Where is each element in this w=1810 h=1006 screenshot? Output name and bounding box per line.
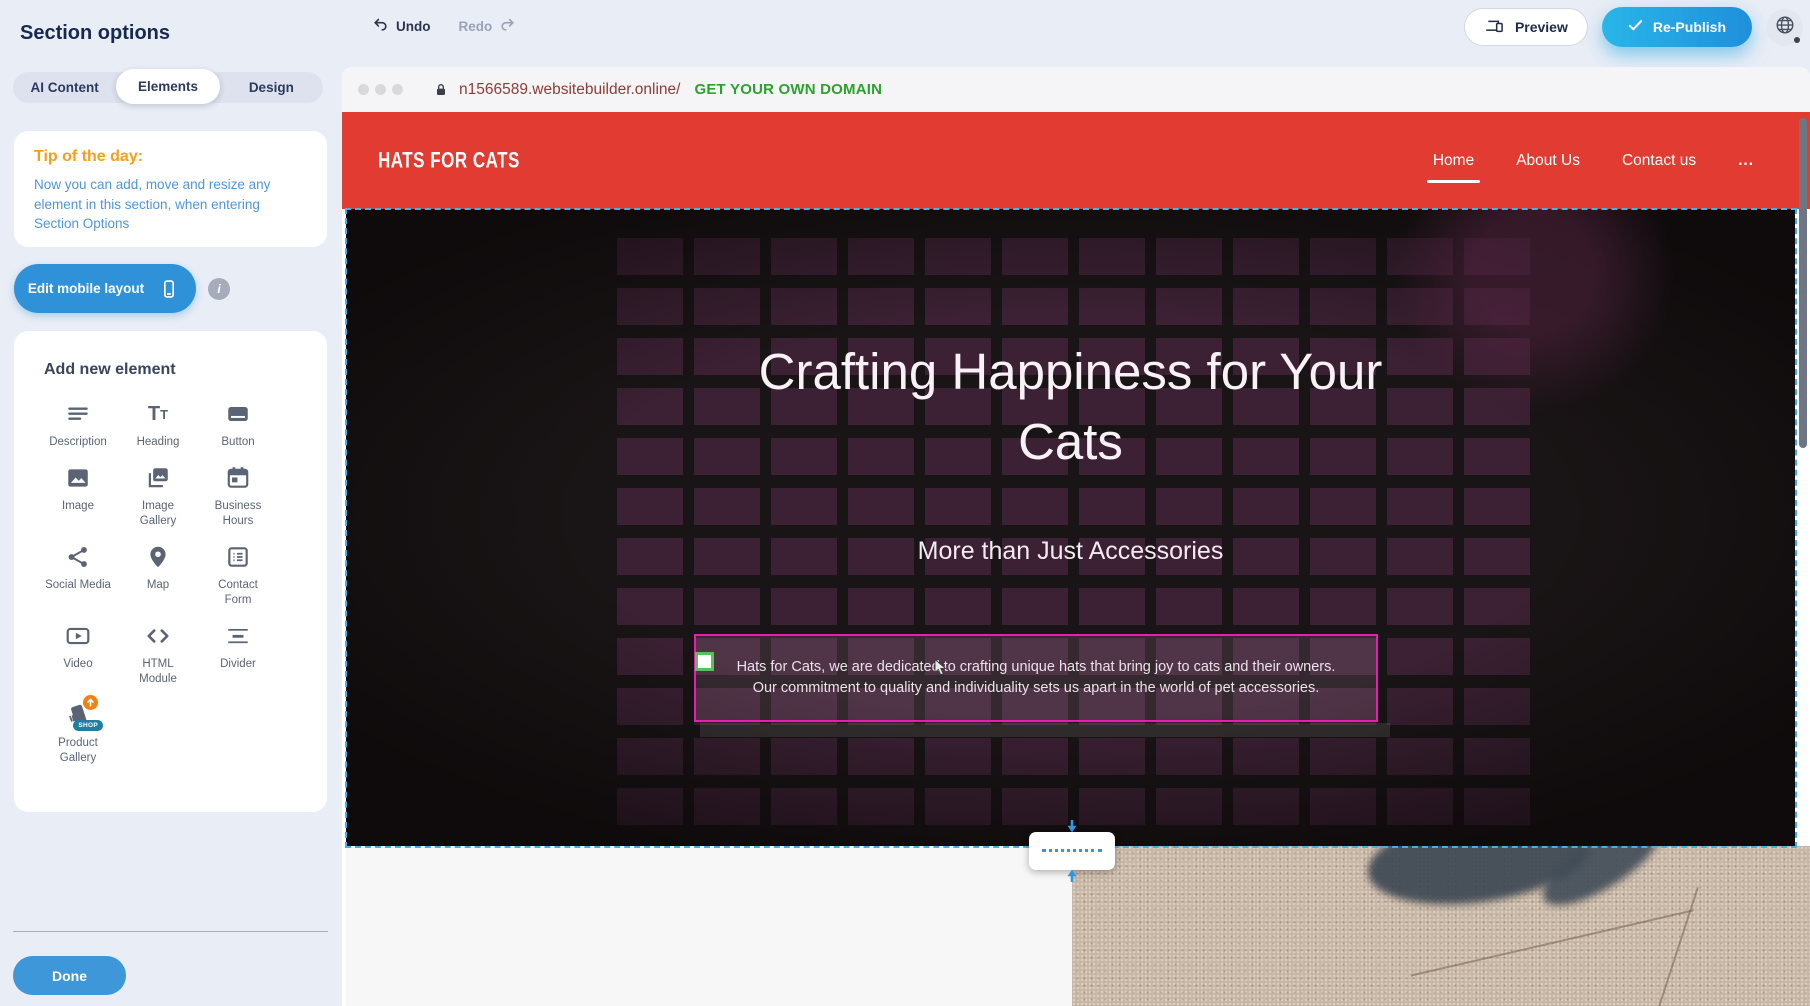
tile-grout-line <box>1655 887 1699 1006</box>
hero-body-line: Hats for Cats, we are dedicated to craft… <box>737 657 1336 678</box>
tip-of-the-day-card: Tip of the day: Now you can add, move an… <box>14 131 327 247</box>
section-resize-handle[interactable] <box>1029 832 1115 870</box>
site-url: n1566589.websitebuilder.online/ <box>459 81 680 99</box>
shop-badge: SHOP <box>73 720 103 731</box>
element-item-description[interactable]: Description <box>38 401 118 450</box>
element-item-video[interactable]: Video <box>38 623 118 687</box>
button-icon <box>225 401 251 427</box>
selection-handle[interactable] <box>695 652 714 671</box>
heading-icon: TT <box>145 401 171 427</box>
undo-redo-group: Undo Redo <box>372 16 516 36</box>
nav-contact-us[interactable]: Contact us <box>1622 152 1696 170</box>
element-grid: Description TT Heading Button Image <box>38 401 327 780</box>
tab-design[interactable]: Design <box>220 72 323 103</box>
selected-text-element[interactable]: Hats for Cats, we are dedicated to craft… <box>694 634 1378 722</box>
code-brackets-icon <box>145 623 171 649</box>
divider-icon <box>225 623 251 649</box>
panel-tabs: AI Content Elements Design <box>13 72 323 103</box>
preview-button[interactable]: Preview <box>1464 8 1588 46</box>
element-item-image[interactable]: Image <box>38 465 118 529</box>
map-pin-icon <box>145 544 171 570</box>
site-logo[interactable]: HATS FOR CATS <box>378 148 520 174</box>
contact-form-icon <box>225 544 251 570</box>
undo-icon <box>372 16 389 36</box>
business-hours-icon <box>225 465 251 491</box>
done-button[interactable]: Done <box>13 956 126 995</box>
element-hover-bar <box>700 723 1390 737</box>
globe-notification-dot <box>1794 37 1800 43</box>
get-domain-link[interactable]: GET YOUR OWN DOMAIN <box>694 81 882 98</box>
undo-button[interactable]: Undo <box>372 16 431 36</box>
element-item-button[interactable]: Button <box>198 401 278 450</box>
element-item-contact-form[interactable]: Contact Form <box>198 544 278 608</box>
site-header: HATS FOR CATS Home About Us Contact us .… <box>342 112 1810 209</box>
devices-icon <box>1484 16 1506 39</box>
page-title: Section options <box>20 22 170 45</box>
element-item-social-media[interactable]: Social Media <box>38 544 118 608</box>
social-media-icon <box>65 544 91 570</box>
tip-body: Now you can add, move and resize any ele… <box>34 175 284 234</box>
site-nav: Home About Us Contact us ... <box>1433 152 1754 170</box>
resize-dotted-line <box>1042 849 1102 852</box>
nav-more-menu[interactable]: ... <box>1738 152 1754 170</box>
check-icon <box>1628 19 1643 35</box>
globe-icon <box>1774 14 1796 41</box>
globe-button[interactable] <box>1766 9 1803 46</box>
edit-mobile-layout-label: Edit mobile layout <box>28 281 144 296</box>
add-element-title: Add new element <box>44 361 327 379</box>
product-gallery-icon: SHOP <box>65 702 91 728</box>
hero-subheading[interactable]: More than Just Accessories <box>918 537 1224 566</box>
redo-icon <box>499 16 516 36</box>
edit-mobile-layout-button[interactable]: Edit mobile layout <box>14 264 196 313</box>
hero-section[interactable]: Crafting Happiness for Your Cats More th… <box>346 209 1795 846</box>
element-item-heading[interactable]: TT Heading <box>118 401 198 450</box>
nav-about-us[interactable]: About Us <box>1516 152 1580 170</box>
mouse-cursor-icon <box>934 659 947 681</box>
arrow-down-icon <box>1064 820 1080 833</box>
tab-elements[interactable]: Elements <box>116 69 219 104</box>
scrollbar-thumb[interactable] <box>1799 118 1807 448</box>
site-preview-window: n1566589.websitebuilder.online/ GET YOUR… <box>342 67 1810 1006</box>
element-item-business-hours[interactable]: Business Hours <box>198 465 278 529</box>
redo-button[interactable]: Redo <box>459 16 517 36</box>
description-icon <box>65 401 91 427</box>
browser-dot-icon <box>392 84 403 95</box>
app: Section options AI Content Elements Desi… <box>0 0 1810 1006</box>
arrow-up-icon <box>1064 869 1080 882</box>
upload-arrow-badge-icon <box>83 695 98 710</box>
hero-body-line: Our commitment to quality and individual… <box>753 678 1320 699</box>
tab-ai-content[interactable]: AI Content <box>13 72 116 103</box>
nav-home[interactable]: Home <box>1433 152 1474 170</box>
browser-dot-icon <box>375 84 386 95</box>
floor-image <box>1072 846 1810 1006</box>
browser-dot-icon <box>358 84 369 95</box>
video-icon <box>65 623 91 649</box>
info-icon[interactable]: i <box>208 278 230 300</box>
add-new-element-panel: Add new element Description TT Heading B… <box>14 331 327 812</box>
tile-grout-line <box>1410 909 1693 976</box>
top-actions: Preview Re-Publish <box>1464 7 1803 47</box>
element-item-product-gallery[interactable]: SHOP Product Gallery <box>38 702 118 766</box>
image-icon <box>65 465 91 491</box>
lock-icon <box>433 82 449 98</box>
browser-chrome-bar: n1566589.websitebuilder.online/ GET YOUR… <box>342 67 1810 112</box>
element-item-divider[interactable]: Divider <box>198 623 278 687</box>
republish-button[interactable]: Re-Publish <box>1602 7 1752 47</box>
tip-heading: Tip of the day: <box>34 148 307 166</box>
hero-heading[interactable]: Crafting Happiness for Your Cats <box>711 337 1431 477</box>
element-item-image-gallery[interactable]: Image Gallery <box>118 465 198 529</box>
panel-divider <box>13 931 328 932</box>
element-item-html-module[interactable]: HTML Module <box>118 623 198 687</box>
element-item-map[interactable]: Map <box>118 544 198 608</box>
image-gallery-icon <box>145 465 171 491</box>
mobile-phone-icon <box>156 276 182 302</box>
